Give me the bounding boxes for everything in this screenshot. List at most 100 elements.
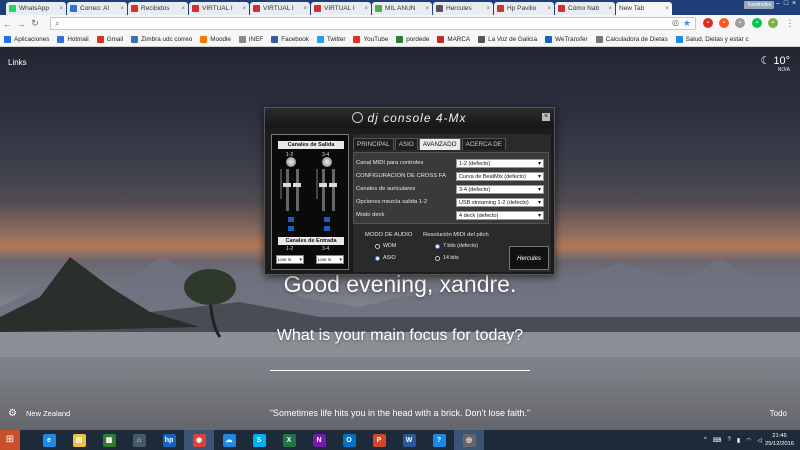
bookmark-item[interactable]: Moodle bbox=[200, 35, 231, 43]
link-toggle[interactable] bbox=[324, 217, 330, 222]
settings-tab[interactable]: ASIO bbox=[394, 138, 418, 150]
taskbar-app-chrome[interactable]: ◉ bbox=[184, 430, 214, 450]
menu-icon[interactable]: ⋮ bbox=[785, 18, 795, 28]
star-icon[interactable]: ★ bbox=[683, 18, 691, 29]
volume-icon[interactable]: ◁ bbox=[757, 437, 762, 444]
maximize-icon[interactable]: □ bbox=[782, 0, 790, 8]
taskbar-app-excel[interactable]: X bbox=[274, 430, 304, 450]
taskbar-app-word[interactable]: W bbox=[394, 430, 424, 450]
volume-knob-left[interactable] bbox=[286, 157, 296, 167]
taskbar-app-onenote[interactable]: N bbox=[304, 430, 334, 450]
audio-mode-wdm[interactable]: WDM bbox=[375, 243, 396, 249]
bookmark-item[interactable]: Calculadora de Dietas bbox=[595, 35, 668, 43]
close-icon[interactable]: × bbox=[303, 6, 307, 12]
browser-tab[interactable]: Correo: Al × bbox=[67, 2, 127, 15]
bookmark-item[interactable]: YouTube bbox=[353, 35, 388, 43]
reload-icon[interactable]: ↻ bbox=[28, 18, 42, 29]
taskbar-app-skype[interactable]: S bbox=[244, 430, 274, 450]
fader-handle[interactable] bbox=[293, 183, 301, 187]
wifi-icon[interactable]: ◠ bbox=[746, 437, 751, 444]
audio-mode-asio[interactable]: ASIO bbox=[375, 255, 396, 261]
tab-new-tab[interactable]: New Tab × bbox=[616, 2, 672, 15]
chevron-up-icon[interactable]: ^ bbox=[704, 437, 707, 443]
browser-tab[interactable]: MIL ANUN × bbox=[372, 2, 432, 15]
bookmark-item[interactable]: MARCA bbox=[437, 35, 470, 43]
taskbar-app-ie[interactable]: e bbox=[34, 430, 64, 450]
close-icon[interactable]: × bbox=[59, 6, 63, 12]
address-bar[interactable]: ⌕ ◎ ★ bbox=[50, 17, 696, 30]
bookmark-item[interactable]: pordede bbox=[396, 35, 429, 43]
setting-dropdown[interactable]: 4 deck (defecto) ▾ bbox=[456, 210, 544, 220]
forward-icon[interactable]: → bbox=[14, 19, 28, 29]
clock[interactable]: 21:46 25/12/2016 bbox=[765, 432, 794, 448]
mute-toggle[interactable] bbox=[324, 226, 330, 231]
midi-res-14bit[interactable]: 14 bits bbox=[435, 255, 459, 261]
taskbar-app-hp[interactable]: hp bbox=[154, 430, 184, 450]
weather-widget[interactable]: ☾ 10° NOIA bbox=[760, 54, 790, 73]
bookmark-item[interactable]: Salud, Dietas y estar c bbox=[675, 35, 749, 43]
close-icon[interactable]: × bbox=[120, 6, 124, 12]
bookmark-item[interactable]: INEF bbox=[238, 35, 263, 43]
taskbar-app-outlook[interactable]: O bbox=[334, 430, 364, 450]
input-source-select-left[interactable]: Line in ▾ bbox=[276, 255, 304, 264]
browser-tab[interactable]: VIRTUAL I × bbox=[189, 2, 249, 15]
close-icon[interactable]: × bbox=[547, 6, 551, 12]
fader-handle[interactable] bbox=[329, 183, 337, 187]
taskbar-app-store[interactable]: ▦ bbox=[94, 430, 124, 450]
close-icon[interactable]: × bbox=[665, 6, 669, 12]
bookmark-item[interactable]: Gmail bbox=[96, 35, 123, 43]
browser-tab[interactable]: VIRTUAL I × bbox=[250, 2, 310, 15]
link-toggle[interactable] bbox=[288, 217, 294, 222]
extension-icon[interactable]: ▪ bbox=[735, 18, 745, 28]
taskbar-app-dj-console[interactable]: ◎ bbox=[454, 430, 484, 450]
new-tab-button[interactable] bbox=[673, 2, 687, 15]
setting-dropdown[interactable]: 1-2 (defecto) ▾ bbox=[456, 158, 544, 168]
browser-tab[interactable]: Cómo Nab × bbox=[555, 2, 615, 15]
browser-tab[interactable]: VIRTUAL I × bbox=[311, 2, 371, 15]
browser-tab[interactable]: WhatsApp × bbox=[6, 2, 66, 15]
fader-handle[interactable] bbox=[283, 183, 291, 187]
links-button[interactable]: Links bbox=[8, 58, 27, 67]
input-source-select-right[interactable]: Line in ▾ bbox=[316, 255, 344, 264]
settings-tab[interactable]: ACERCA DE bbox=[461, 138, 506, 150]
profile-button[interactable]: Xandrelles bbox=[744, 1, 774, 9]
browser-tab[interactable]: Hp Pavilio × bbox=[494, 2, 554, 15]
browser-tab[interactable]: Recibidos × bbox=[128, 2, 188, 15]
network-icon[interactable]: ▮ bbox=[737, 437, 740, 444]
extension-icon[interactable]: ▪ bbox=[768, 18, 778, 28]
volume-knob-right[interactable] bbox=[322, 157, 332, 167]
bookmark-item[interactable]: Zimbra udc correo bbox=[131, 35, 192, 43]
taskbar-app-explorer[interactable]: ▤ bbox=[64, 430, 94, 450]
close-icon[interactable]: × bbox=[542, 113, 550, 121]
settings-tab[interactable]: AVANZADO bbox=[418, 138, 461, 150]
taskbar-app-home[interactable]: ⌂ bbox=[124, 430, 154, 450]
extension-icon[interactable]: ▪ bbox=[719, 18, 729, 28]
minimize-icon[interactable]: – bbox=[774, 0, 782, 8]
focus-input[interactable] bbox=[270, 370, 530, 371]
taskbar-app-onedrive[interactable]: ☁ bbox=[214, 430, 244, 450]
bookmark-item[interactable]: Hotmail bbox=[57, 35, 89, 43]
taskbar-app-powerpoint[interactable]: P bbox=[364, 430, 394, 450]
window-title-bar[interactable]: dj console 4-Mx bbox=[265, 108, 554, 128]
keyboard-icon[interactable]: ⌨ bbox=[713, 437, 722, 444]
close-icon[interactable]: × bbox=[608, 6, 612, 12]
windows-start-icon[interactable]: ⊞ bbox=[0, 430, 20, 450]
setting-dropdown[interactable]: USB streaming 1-2 (defecto) ▾ bbox=[456, 197, 544, 207]
back-icon[interactable]: ← bbox=[0, 19, 14, 29]
bookmark-item[interactable]: Facebook bbox=[271, 35, 309, 43]
mute-toggle[interactable] bbox=[288, 226, 294, 231]
taskbar-app-help[interactable]: ? bbox=[424, 430, 454, 450]
settings-tab[interactable]: PRINCIPAL bbox=[353, 138, 394, 150]
todo-button[interactable]: Todo bbox=[770, 409, 787, 418]
close-icon[interactable]: × bbox=[181, 6, 185, 12]
fader-handle[interactable] bbox=[319, 183, 327, 187]
extension-icon[interactable]: ▪ bbox=[703, 18, 713, 28]
target-icon[interactable]: ◎ bbox=[672, 18, 679, 27]
close-icon[interactable]: × bbox=[790, 0, 798, 8]
bookmark-item[interactable]: La Voz de Galicia bbox=[478, 35, 537, 43]
extension-icon[interactable]: ▪ bbox=[752, 18, 762, 28]
close-icon[interactable]: × bbox=[242, 6, 246, 12]
setting-dropdown[interactable]: 3-4 (defecto) ▾ bbox=[456, 184, 544, 194]
close-icon[interactable]: × bbox=[364, 6, 368, 12]
close-icon[interactable]: × bbox=[425, 6, 429, 12]
